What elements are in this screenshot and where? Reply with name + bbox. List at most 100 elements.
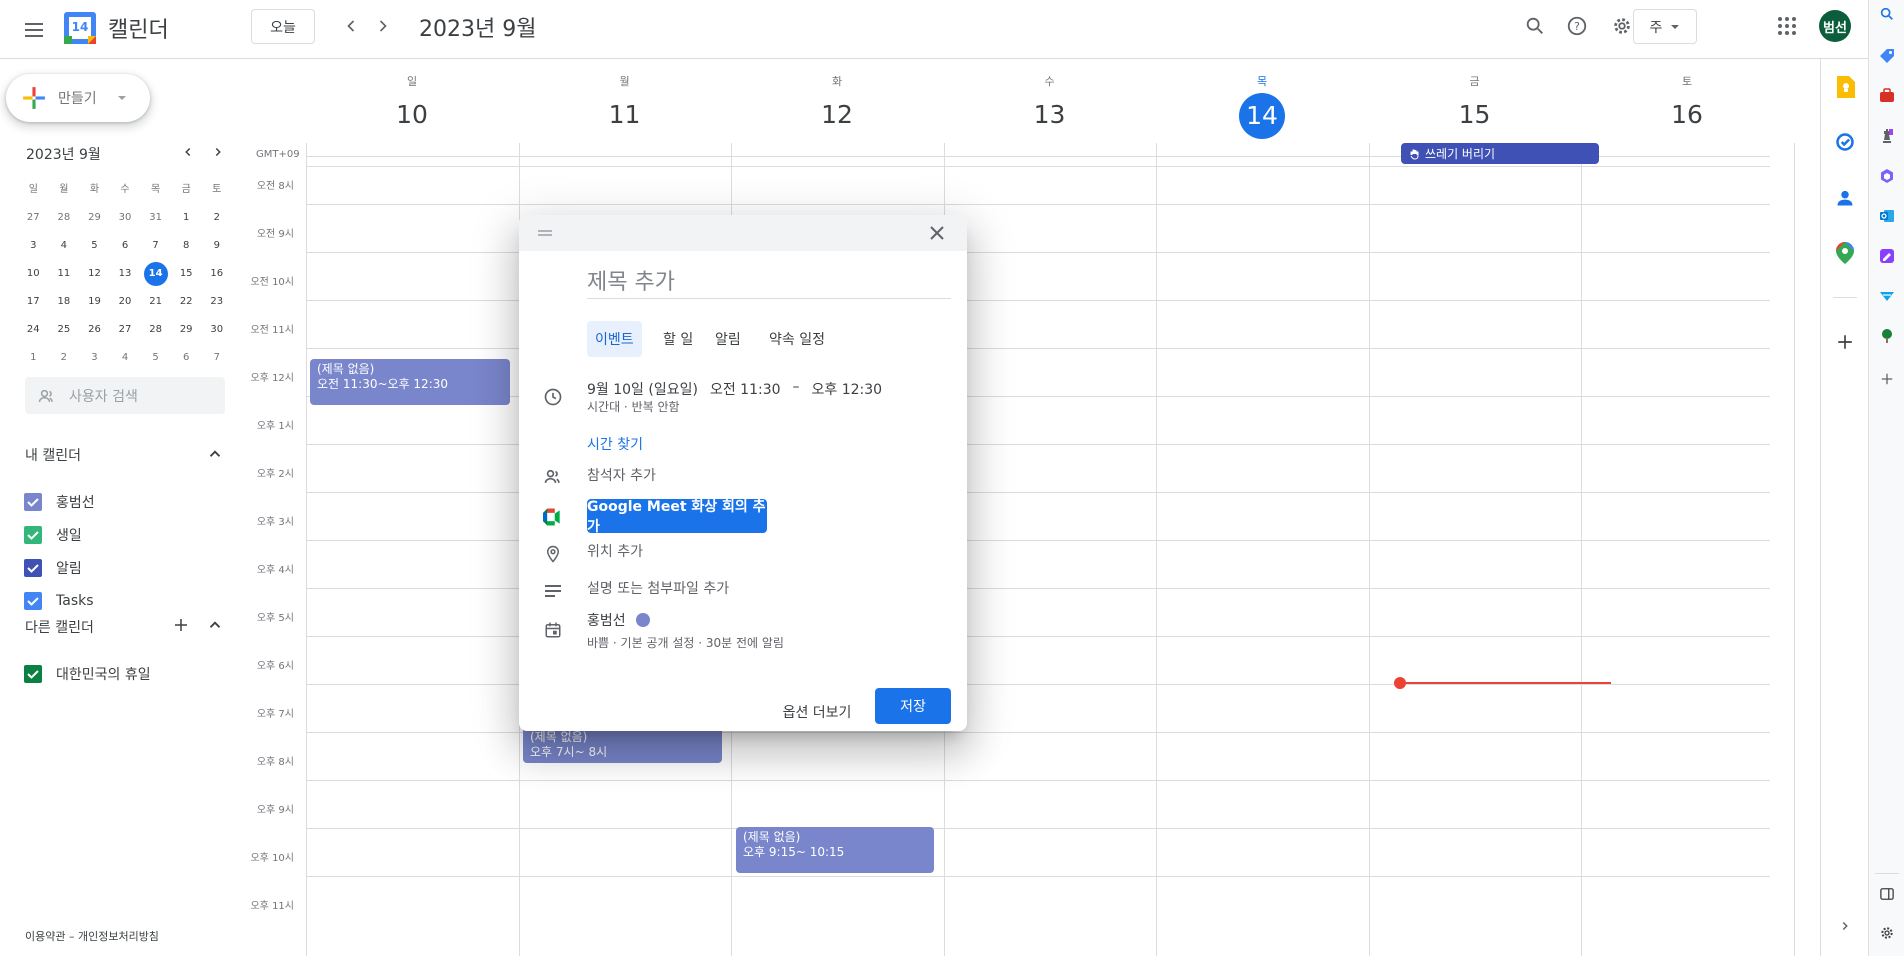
event-time-row[interactable]: 9월 10일 (일요일) 오전 11:30 – 오후 12:30 xyxy=(587,379,882,399)
mini-day[interactable]: 3 xyxy=(18,234,49,258)
ext-designer-button[interactable] xyxy=(1877,246,1897,266)
mini-day[interactable]: 30 xyxy=(110,206,141,230)
mini-day[interactable]: 2 xyxy=(201,206,232,230)
timezone-repeat-text[interactable]: 시간대 · 반복 안함 xyxy=(587,398,680,415)
day-header-today[interactable]: 목 14 xyxy=(1156,73,1368,139)
ext-shopping-button[interactable] xyxy=(1877,46,1897,66)
mini-day[interactable]: 31 xyxy=(140,206,171,230)
hide-side-panel-button[interactable] xyxy=(1833,914,1857,938)
mini-day[interactable]: 2 xyxy=(49,346,80,370)
mini-day[interactable]: 28 xyxy=(49,206,80,230)
keep-button[interactable] xyxy=(1833,75,1857,99)
footer-links[interactable]: 이용약관 – 개인정보처리방침 xyxy=(25,928,159,944)
allday-event[interactable]: 쓰레기 버리기 xyxy=(1401,143,1599,164)
ext-tools-button[interactable] xyxy=(1877,86,1897,106)
mini-day[interactable]: 21 xyxy=(140,290,171,314)
mini-day[interactable]: 4 xyxy=(49,234,80,258)
mini-day[interactable]: 11 xyxy=(49,262,80,286)
event-date[interactable]: 9월 10일 (일요일) xyxy=(587,379,698,399)
event-type-tab[interactable]: 알림 xyxy=(707,321,749,357)
ext-search-button[interactable] xyxy=(1877,4,1897,24)
calendar-list-item[interactable]: Tasks xyxy=(24,589,94,613)
main-menu-button[interactable] xyxy=(14,10,54,50)
calendar-checkbox[interactable] xyxy=(24,526,42,544)
help-button[interactable]: ? xyxy=(1557,6,1597,46)
event-end-time[interactable]: 오후 12:30 xyxy=(812,379,883,399)
day-header[interactable]: 일 10 xyxy=(306,73,518,137)
search-button[interactable] xyxy=(1515,6,1555,46)
calendar-list-item[interactable]: 알림 xyxy=(24,556,82,580)
mini-day[interactable]: 27 xyxy=(110,318,141,342)
mini-day[interactable]: 12 xyxy=(79,262,110,286)
create-button[interactable]: 만들기 xyxy=(6,74,150,122)
my-calendars-toggle[interactable] xyxy=(203,442,227,466)
previous-period-button[interactable] xyxy=(335,10,367,42)
add-other-calendar-button[interactable] xyxy=(169,613,193,637)
add-google-meet-button[interactable]: Google Meet 화상 회의 추가 xyxy=(587,499,767,535)
ext-drop-button[interactable] xyxy=(1877,286,1897,306)
mini-day[interactable]: 25 xyxy=(49,318,80,342)
mini-day[interactable]: 10 xyxy=(18,262,49,286)
mini-day[interactable]: 29 xyxy=(171,318,202,342)
mini-day[interactable]: 7 xyxy=(140,234,171,258)
ext-tree-button[interactable] xyxy=(1877,326,1897,346)
mini-day[interactable]: 18 xyxy=(49,290,80,314)
mini-day[interactable]: 27 xyxy=(18,206,49,230)
calendar-details-text[interactable]: 바쁨 · 기본 공개 설정 · 30분 전에 알림 xyxy=(587,634,784,651)
calendar-checkbox[interactable] xyxy=(24,559,42,577)
mini-day[interactable]: 9 xyxy=(201,234,232,258)
day-header[interactable]: 토 16 xyxy=(1581,73,1793,137)
add-guests-field[interactable]: 참석자 추가 xyxy=(587,465,656,485)
calendar-list-item[interactable]: 홍범선 xyxy=(24,490,95,514)
day-header[interactable]: 화 12 xyxy=(731,73,943,137)
add-location-field[interactable]: 위치 추가 xyxy=(587,541,643,561)
day-header[interactable]: 금 15 xyxy=(1369,73,1581,137)
ext-add-button[interactable] xyxy=(1877,369,1897,389)
ext-outlook-button[interactable] xyxy=(1877,206,1897,226)
mini-day[interactable]: 1 xyxy=(171,206,202,230)
more-options-button[interactable]: 옵션 더보기 xyxy=(775,694,859,730)
mini-day[interactable]: 23 xyxy=(201,290,232,314)
day-number[interactable]: 14 xyxy=(1156,93,1368,139)
calendar-event[interactable]: (제목 없음) 오전 11:30~오후 12:30 xyxy=(310,359,510,405)
day-number[interactable]: 12 xyxy=(731,93,943,137)
next-period-button[interactable] xyxy=(367,10,399,42)
today-button[interactable]: 오늘 xyxy=(251,9,315,44)
calendar-checkbox[interactable] xyxy=(24,665,42,683)
find-time-link[interactable]: 시간 찾기 xyxy=(587,434,643,454)
ext-settings-button[interactable] xyxy=(1877,923,1897,943)
calendar-checkbox[interactable] xyxy=(24,592,42,610)
google-apps-button[interactable] xyxy=(1767,6,1807,46)
ext-games-button[interactable] xyxy=(1877,126,1897,146)
get-addons-button[interactable] xyxy=(1833,330,1857,354)
mini-day[interactable]: 1 xyxy=(18,346,49,370)
mini-day[interactable]: 19 xyxy=(79,290,110,314)
mini-day[interactable]: 5 xyxy=(140,346,171,370)
event-start-time[interactable]: 오전 11:30 xyxy=(710,379,781,399)
view-switcher[interactable]: 주 xyxy=(1633,9,1697,44)
mini-day[interactable]: 4 xyxy=(110,346,141,370)
save-button[interactable]: 저장 xyxy=(875,688,951,724)
add-description-field[interactable]: 설명 또는 첨부파일 추가 xyxy=(587,578,729,598)
drag-handle[interactable] xyxy=(537,225,553,241)
event-type-tab[interactable]: 이벤트 xyxy=(587,321,642,357)
mini-day[interactable]: 8 xyxy=(171,234,202,258)
ext-office-button[interactable] xyxy=(1877,166,1897,186)
dialog-drag-bar[interactable] xyxy=(519,215,967,251)
mini-day[interactable]: 5 xyxy=(79,234,110,258)
mini-day[interactable]: 7 xyxy=(201,346,232,370)
event-type-tab[interactable]: 할 일 xyxy=(655,321,701,357)
mini-day[interactable]: 29 xyxy=(79,206,110,230)
mini-day[interactable]: 28 xyxy=(140,318,171,342)
mini-day[interactable]: 26 xyxy=(79,318,110,342)
mini-day-today[interactable]: 14 xyxy=(140,262,171,286)
calendar-event[interactable]: (제목 없음) 오후 9:15~ 10:15 xyxy=(736,827,934,873)
mini-day[interactable]: 20 xyxy=(110,290,141,314)
day-number[interactable]: 16 xyxy=(1581,93,1793,137)
day-number[interactable]: 13 xyxy=(944,93,1156,137)
tasks-button[interactable] xyxy=(1833,130,1857,154)
calendar-list-item[interactable]: 생일 xyxy=(24,523,82,547)
mini-day[interactable]: 6 xyxy=(171,346,202,370)
mini-day[interactable]: 6 xyxy=(110,234,141,258)
mini-day[interactable]: 30 xyxy=(201,318,232,342)
